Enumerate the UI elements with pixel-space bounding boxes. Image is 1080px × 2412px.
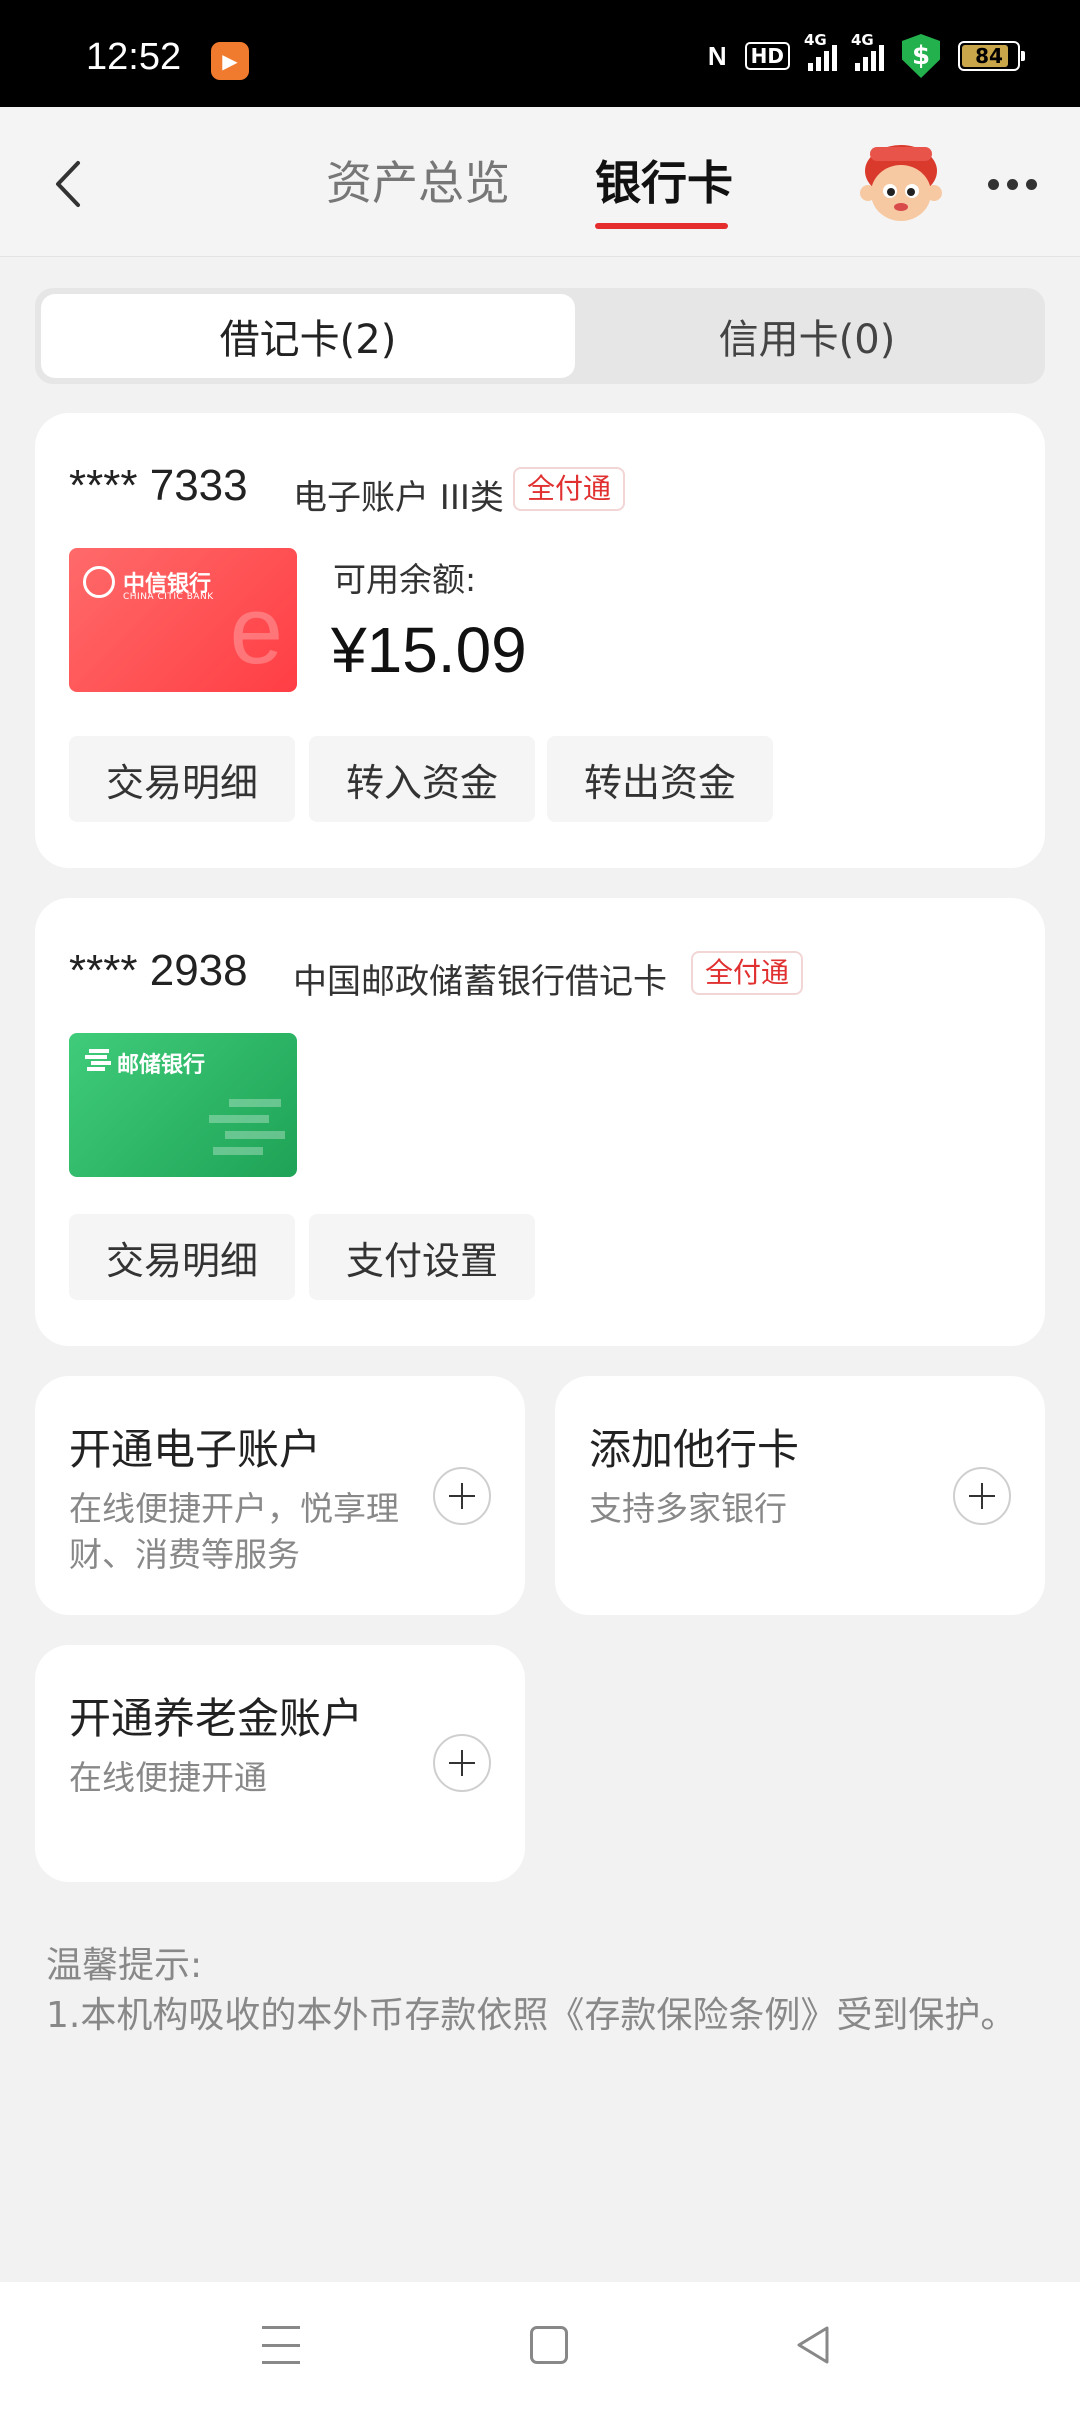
tips-title: 温馨提示:: [46, 1945, 203, 1986]
hd-icon: HD: [744, 42, 790, 70]
signal-2-label: 4G: [851, 31, 874, 49]
status-bar: 12:52 ▶ N HD 4G 4G $ 84: [0, 0, 1080, 107]
open-pension-account-tile[interactable]: 开通养老金账户 在线便捷开通: [35, 1645, 525, 1882]
tile-description: 在线便捷开通: [69, 1758, 267, 1797]
psbc-bank-card-image: 邮储银行: [69, 1033, 297, 1177]
back-icon[interactable]: [48, 157, 92, 211]
card-number: **** 2938: [69, 946, 248, 995]
menu-icon[interactable]: [262, 2326, 300, 2364]
transfer-in-button[interactable]: 转入资金: [309, 736, 535, 822]
segment-credit-card[interactable]: 信用卡(0): [575, 294, 1039, 378]
card-type-segment: 借记卡(2) 信用卡(0): [35, 288, 1045, 384]
add-icon[interactable]: [433, 1734, 491, 1792]
transaction-details-button[interactable]: 交易明细: [69, 736, 295, 822]
active-tab-indicator: [595, 223, 728, 229]
add-icon[interactable]: [953, 1467, 1011, 1525]
citic-bank-card-image: 中信银行 CHINA CITIC BANK e: [69, 548, 297, 692]
home-icon[interactable]: [530, 2326, 568, 2364]
header: 资产总览 银行卡: [0, 107, 1080, 257]
system-nav-bar: [0, 2282, 1080, 2412]
open-e-account-tile[interactable]: 开通电子账户 在线便捷开户，悦享理财、消费等服务: [35, 1376, 525, 1615]
bank-name: 邮储银行: [117, 1053, 206, 1078]
status-icons: N HD 4G 4G $ 84: [707, 31, 1025, 78]
card-account-type: 中国邮政储蓄银行借记卡: [293, 962, 667, 1002]
tips-body: 1.本机构吸收的本外币存款依照《存款保险条例》受到保护。: [46, 1995, 1017, 2036]
tile-title: 开通养老金账户: [69, 1694, 364, 1743]
transaction-details-button[interactable]: 交易明细: [69, 1214, 295, 1300]
tile-description: 支持多家银行: [589, 1489, 787, 1528]
battery-level: 84: [975, 44, 1003, 68]
psbc-logo-icon: [85, 1049, 111, 1071]
video-app-icon: ▶: [211, 42, 249, 80]
back-triangle-icon[interactable]: [793, 2324, 833, 2366]
balance-value: ¥15.09: [331, 614, 527, 686]
status-time: 12:52: [86, 36, 182, 78]
nfc-icon: N: [707, 40, 727, 71]
bank-card-citic[interactable]: **** 7333 电子账户 III类 全付通 中信银行 CHINA CITIC…: [35, 413, 1045, 868]
quanfutong-badge: 全付通: [691, 951, 804, 995]
citic-logo-icon: [83, 566, 115, 598]
signal-icon-1: 4G: [804, 31, 837, 71]
bank-card-psbc[interactable]: **** 2938 中国邮政储蓄银行借记卡 全付通 邮储银行 交易明细 支付设置: [35, 898, 1045, 1346]
more-icon[interactable]: [988, 169, 1040, 199]
add-other-bank-card-tile[interactable]: 添加他行卡 支持多家银行: [555, 1376, 1045, 1615]
tile-title: 开通电子账户: [69, 1425, 322, 1474]
quanfutong-badge: 全付通: [513, 467, 626, 511]
payment-settings-button[interactable]: 支付设置: [309, 1214, 535, 1300]
tile-title: 添加他行卡: [589, 1425, 800, 1474]
mascot-avatar-icon[interactable]: [856, 141, 946, 229]
segment-debit-card[interactable]: 借记卡(2): [41, 294, 575, 378]
signal-icon-2: 4G: [851, 31, 884, 71]
transfer-out-button[interactable]: 转出资金: [547, 736, 773, 822]
card-account-type: 电子账户 III类: [293, 478, 504, 518]
tile-description: 在线便捷开户，悦享理财、消费等服务: [69, 1489, 399, 1574]
bank-name-english: CHINA CITIC BANK: [123, 592, 214, 602]
e-account-watermark-icon: e: [229, 577, 283, 684]
tab-asset-overview[interactable]: 资产总览: [326, 147, 510, 213]
balance-label: 可用余额:: [333, 560, 477, 599]
card-number: **** 7333: [69, 461, 248, 510]
battery-icon: 84: [958, 41, 1025, 71]
tab-bank-card[interactable]: 银行卡: [595, 147, 733, 213]
add-icon[interactable]: [433, 1467, 491, 1525]
psbc-watermark-icon: [209, 1099, 285, 1155]
signal-1-label: 4G: [804, 31, 827, 49]
security-shield-icon: $: [902, 34, 940, 78]
